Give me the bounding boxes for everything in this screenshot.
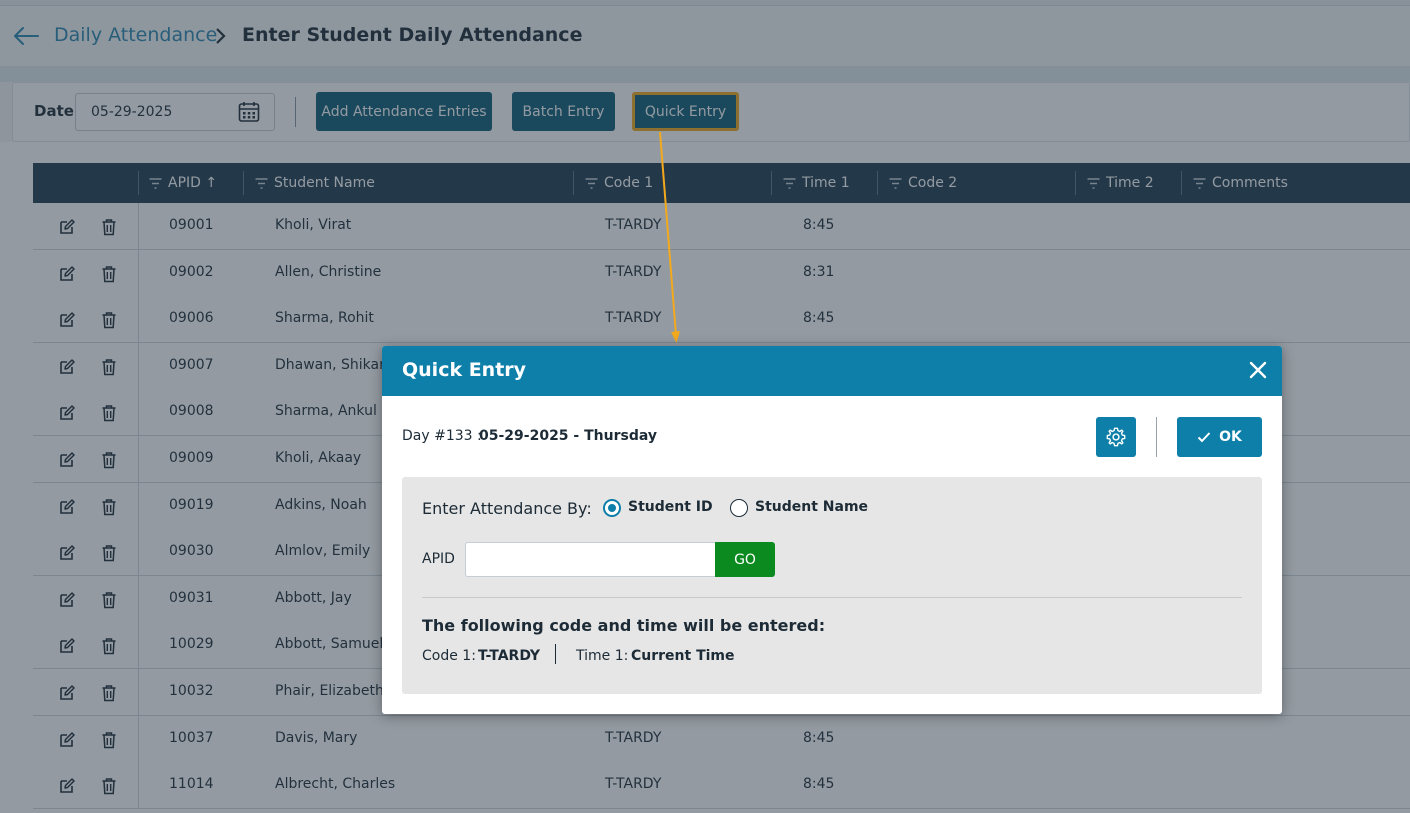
- radio-student-id[interactable]: [603, 499, 621, 517]
- dialog-header: Quick Entry: [382, 346, 1282, 396]
- radio-student-name-label[interactable]: Student Name: [755, 499, 868, 515]
- settings-button[interactable]: [1096, 417, 1136, 457]
- time1-value: Current Time: [631, 648, 735, 664]
- summary-divider: [555, 644, 556, 664]
- day-label: Day #133 :: [402, 428, 482, 444]
- following-text: The following code and time will be ente…: [422, 616, 826, 635]
- dialog-title: Quick Entry: [402, 359, 527, 381]
- ok-button[interactable]: OK: [1177, 417, 1262, 457]
- go-button[interactable]: GO: [715, 542, 775, 577]
- ok-label: OK: [1219, 429, 1242, 445]
- gear-icon: [1106, 427, 1126, 447]
- dialog-divider: [1156, 417, 1157, 457]
- panel-divider: [422, 597, 1242, 598]
- apid-input[interactable]: [465, 542, 716, 577]
- day-value: 05-29-2025 - Thursday: [479, 428, 657, 444]
- close-icon[interactable]: [1248, 360, 1268, 380]
- radio-student-id-label[interactable]: Student ID: [628, 499, 713, 515]
- code1-label: Code 1:: [422, 648, 476, 664]
- entry-panel: Enter Attendance By: Student ID Student …: [402, 477, 1262, 694]
- check-icon: [1197, 432, 1211, 443]
- apid-label: APID: [422, 551, 455, 567]
- time1-label: Time 1:: [576, 648, 629, 664]
- enter-by-label: Enter Attendance By:: [422, 499, 592, 518]
- code1-value: T-TARDY: [478, 648, 541, 664]
- radio-student-name[interactable]: [730, 499, 748, 517]
- quick-entry-dialog: Quick Entry Day #133 : 05-29-2025 - Thur…: [382, 346, 1282, 714]
